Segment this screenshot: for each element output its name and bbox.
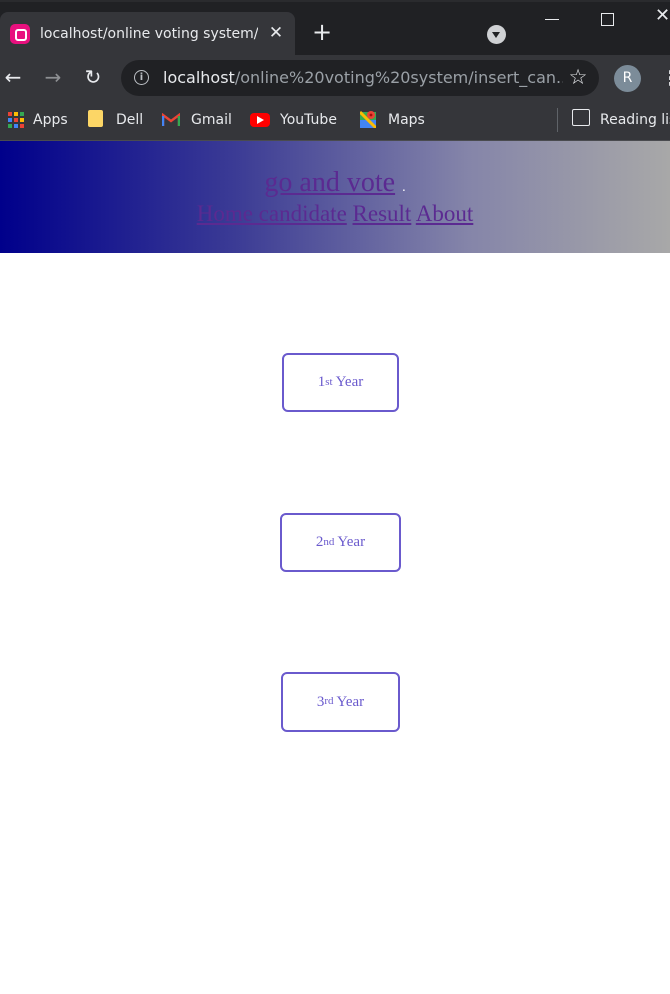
year-suffix: nd (323, 535, 335, 548)
site-header: go and vote . Home candidate Result Abou… (0, 141, 670, 253)
year-2-button[interactable]: 2nd Year (280, 513, 401, 572)
year-number: 3 (316, 693, 325, 710)
tab-title: localhost/online voting system/ir (40, 26, 258, 42)
nav-about[interactable]: About (416, 201, 474, 226)
year-3-button[interactable]: 3rd Year (281, 672, 400, 732)
back-arrow-icon[interactable]: ← (0, 64, 26, 90)
year-number: 1 (317, 374, 326, 390)
bookmark-star-icon[interactable]: ☆ (566, 65, 590, 89)
tab-search-chevron-icon[interactable] (487, 25, 506, 44)
window-minimize-icon[interactable] (545, 19, 559, 20)
bookmarks-bar: Apps Dell Gmail YouTube Maps Reading lis (0, 100, 670, 141)
brand-suffix: . (402, 180, 406, 195)
url-path: /online%20voting%20system/insert_can... (234, 68, 563, 87)
year-word: Year (335, 374, 364, 390)
nav-home-candidate[interactable]: Home candidate (197, 201, 347, 226)
year-suffix: st (325, 375, 333, 388)
site-nav: Home candidate Result About (0, 199, 670, 229)
forward-arrow-icon[interactable]: → (40, 64, 66, 90)
bookmarks-separator (557, 108, 558, 132)
url-text[interactable]: localhost/online%20voting%20system/inser… (163, 67, 563, 89)
titlebar-edge (0, 0, 670, 2)
url-host: localhost (163, 68, 235, 87)
window-maximize-icon[interactable] (601, 13, 614, 26)
browser-titlebar: localhost/online voting system/ir ✕ + ✕ (0, 0, 670, 55)
bookmark-maps[interactable]: Maps (0, 109, 430, 131)
wamp-favicon-icon (10, 24, 30, 44)
year-1-button[interactable]: 1st Year (282, 353, 399, 412)
reading-list-icon[interactable] (572, 109, 590, 126)
tab-close-icon[interactable]: ✕ (266, 23, 286, 43)
bookmark-label: Maps (388, 112, 425, 128)
year-word: Year (336, 693, 365, 710)
brand-link[interactable]: go and vote (264, 167, 395, 198)
browser-tab[interactable]: localhost/online voting system/ir ✕ (0, 12, 295, 55)
reading-list-label[interactable]: Reading lis (600, 109, 670, 131)
new-tab-plus-icon[interactable]: + (309, 20, 335, 46)
year-suffix: rd (324, 695, 334, 707)
year-number: 2 (315, 534, 324, 550)
kebab-menu-icon[interactable]: ⋮ (661, 65, 670, 91)
address-bar[interactable]: i localhost/online%20voting%20system/ins… (121, 60, 599, 96)
browser-toolbar: ← → ↻ i localhost/online%20voting%20syst… (0, 55, 670, 100)
nav-result[interactable]: Result (353, 201, 412, 226)
maps-icon (360, 110, 376, 128)
window-close-icon[interactable]: ✕ (655, 5, 670, 26)
reload-icon[interactable]: ↻ (80, 64, 106, 90)
profile-avatar[interactable]: R (614, 65, 641, 92)
year-word: Year (337, 534, 366, 550)
site-info-icon[interactable]: i (134, 70, 149, 85)
